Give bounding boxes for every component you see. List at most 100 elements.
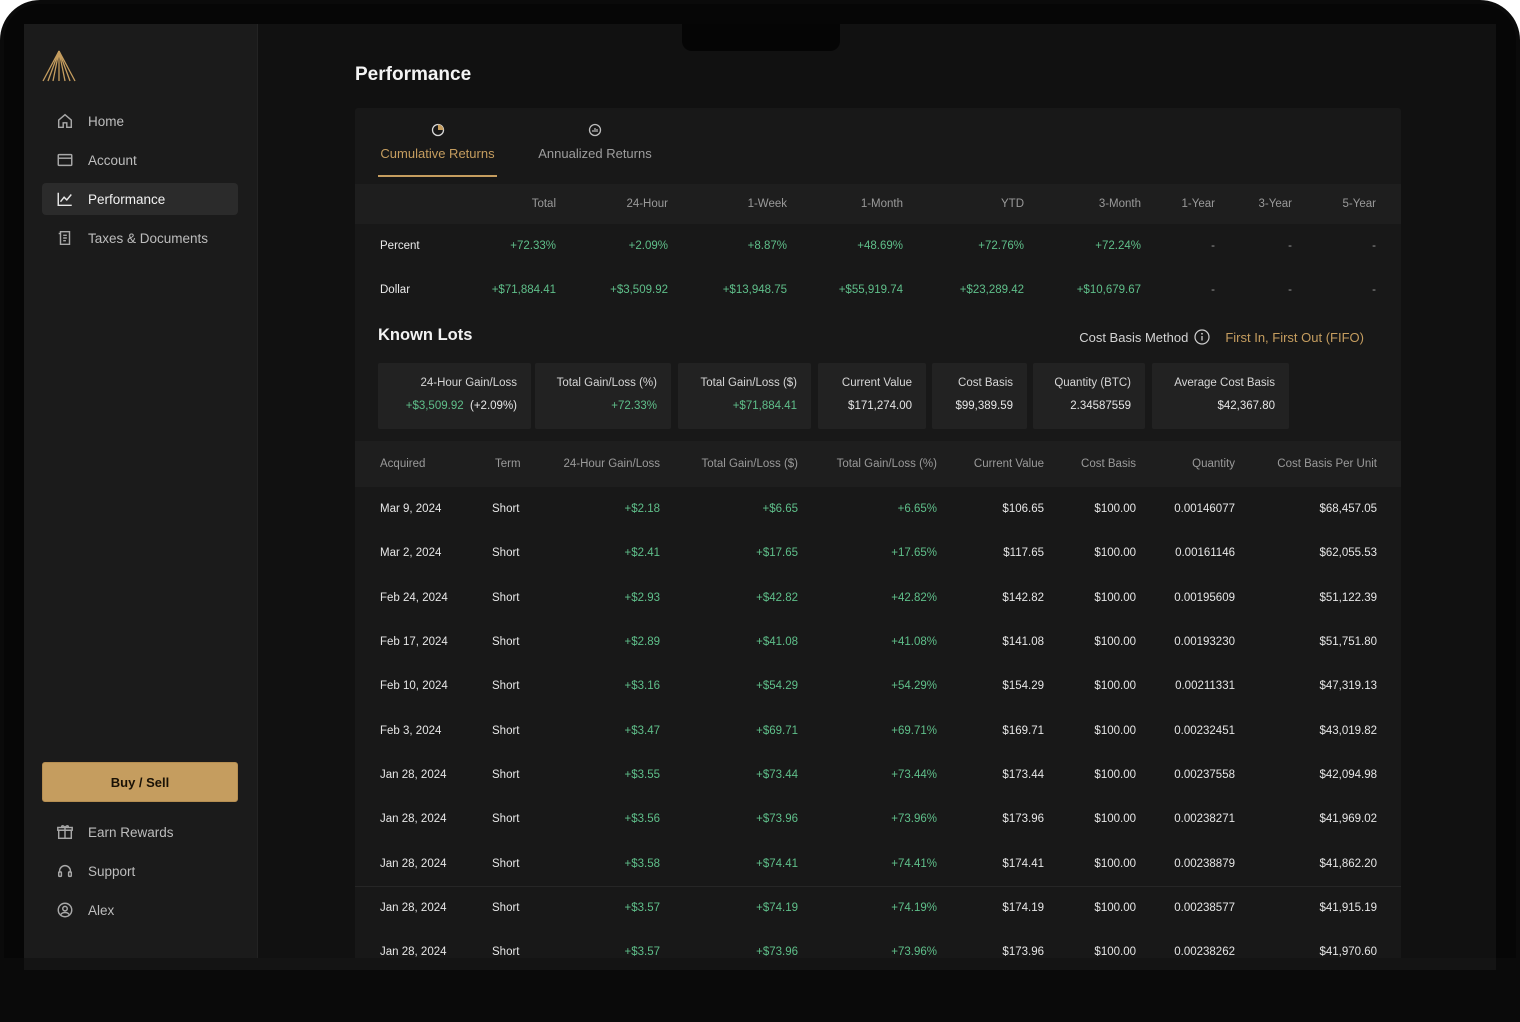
value-1-month: +48.69% [857, 240, 903, 252]
value-ytd: +$23,289.42 [959, 284, 1024, 296]
cell-cost-basis-per-unit: $42,094.98 [1319, 768, 1377, 781]
table-row[interactable]: Jan 28, 2024 Short +$3.55 +$73.44 +73.44% $17… [355, 753, 1401, 797]
cell-total-gain-loss-usd: +$73.96 [756, 946, 798, 958]
nav-user-profile[interactable]: Alex [42, 894, 238, 926]
value-1-week: +$13,948.75 [722, 284, 787, 296]
cell-cost-basis: $100.00 [1094, 547, 1136, 560]
cell-24-hour-gain-loss: +$3.47 [624, 724, 661, 737]
stat-cost-basis: Cost Basis $99,389.59 [932, 363, 1027, 429]
cell-acquired: Feb 24, 2024 [380, 591, 448, 604]
nav-taxes-label: Taxes & Documents [88, 230, 209, 246]
cell-current-value: $173.44 [1002, 768, 1044, 781]
cell-total-gain-loss-pct: +54.29% [891, 680, 937, 693]
stat-value: $42,367.80 [1217, 400, 1275, 412]
laptop-frame: Home Account Performance Taxes & Documen… [0, 0, 1520, 1022]
stat-value: $99,389.59 [955, 400, 1013, 412]
cell-total-gain-loss-usd: +$74.19 [756, 902, 798, 915]
cell-cost-basis: $100.00 [1094, 636, 1136, 649]
tab-annualized-label: Annualized Returns [538, 146, 652, 161]
col-cost-basis-per-unit[interactable]: Cost Basis Per Unit [1277, 458, 1377, 470]
table-row[interactable]: Jan 28, 2024 Short +$3.57 +$73.96 +73.96% $17… [355, 930, 1401, 958]
user-circle-icon [55, 900, 75, 920]
value-24-hour: +$3,509.92 [610, 284, 668, 296]
col-1-month: 1-Month [860, 198, 903, 210]
stat-value: +$3,509.92 (+2.09%) [405, 400, 517, 412]
cell-total-gain-loss-usd: +$41.08 [756, 636, 798, 649]
performance-card: Cumulative Returns Annualized Returns To… [355, 108, 1401, 958]
cell-24-hour-gain-loss: +$2.18 [624, 503, 661, 516]
col-current-value[interactable]: Current Value [974, 458, 1044, 470]
nav-performance[interactable]: Performance [42, 183, 238, 215]
sidebar: Home Account Performance Taxes & Documen… [24, 24, 258, 958]
table-row[interactable]: Feb 24, 2024 Short +$2.93 +$42.82 +42.82% $14… [355, 576, 1401, 620]
nav-earn-rewards[interactable]: Earn Rewards [42, 816, 238, 848]
table-row[interactable]: Feb 3, 2024 Short +$3.47 +$69.71 +69.71% $169… [355, 709, 1401, 753]
value-3-month: +$10,679.67 [1076, 284, 1141, 296]
table-row[interactable]: Jan 28, 2024 Short +$3.57 +$74.19 +74.19% $17… [355, 885, 1401, 930]
row-label: Dollar [380, 284, 411, 296]
camera-notch [682, 24, 840, 51]
col-quantity[interactable]: Quantity [1192, 458, 1235, 470]
stat-label: Quantity (BTC) [1054, 377, 1131, 389]
table-row[interactable]: Jan 28, 2024 Short +$3.58 +$74.41 +74.41% $17… [355, 841, 1401, 885]
cost-basis-method-selector[interactable]: First In, First Out (FIFO) [1225, 330, 1364, 345]
col-3-year: 3-Year [1258, 198, 1292, 210]
nav-home[interactable]: Home [42, 105, 238, 137]
cell-current-value: $117.65 [1003, 547, 1044, 560]
stat-label: Cost Basis [958, 377, 1013, 389]
stat-label: 24-Hour Gain/Loss [420, 377, 517, 389]
col-24-hour-gain-loss[interactable]: 24-Hour Gain/Loss [563, 458, 660, 470]
cell-acquired: Feb 17, 2024 [380, 636, 448, 649]
col-cost-basis[interactable]: Cost Basis [1081, 458, 1136, 470]
nav-performance-label: Performance [88, 191, 166, 207]
app-screen: Home Account Performance Taxes & Documen… [24, 24, 1496, 958]
brand-logo[interactable] [42, 50, 76, 82]
cell-term: Short [492, 857, 520, 870]
tab-annualized-returns[interactable]: Annualized Returns [536, 122, 654, 161]
table-row[interactable]: Mar 9, 2024 Short +$2.18 +$6.65 +6.65% $106.6… [355, 487, 1401, 531]
table-row[interactable]: Mar 2, 2024 Short +$2.41 +$17.65 +17.65% $117… [355, 531, 1401, 575]
cell-24-hour-gain-loss: +$2.89 [624, 636, 661, 649]
tab-cumulative-label: Cumulative Returns [380, 146, 495, 161]
cell-acquired: Jan 28, 2024 [380, 902, 447, 915]
stat-label: Total Gain/Loss ($) [700, 377, 797, 389]
stat-label: Average Cost Basis [1174, 377, 1275, 389]
cell-cost-basis: $100.00 [1094, 503, 1136, 516]
main-content: Performance Cumulative Returns Annualize… [258, 24, 1496, 958]
value-1-week: +8.87% [747, 240, 787, 252]
nav-account[interactable]: Account [42, 144, 238, 176]
col-term[interactable]: Term [495, 458, 521, 470]
stat-value: 2.34587559 [1070, 400, 1131, 412]
cell-acquired: Jan 28, 2024 [380, 946, 447, 958]
nav-taxes-documents[interactable]: Taxes & Documents [42, 222, 238, 254]
lots-table-header: Acquired Term 24-Hour Gain/Loss Total Ga… [355, 441, 1401, 487]
stat-total-gain-loss-pct: Total Gain/Loss (%) +72.33% [535, 363, 671, 429]
tab-cumulative-returns[interactable]: Cumulative Returns [378, 122, 497, 177]
value-5-year: - [1372, 284, 1376, 296]
cell-term: Short [492, 503, 520, 516]
nav-account-label: Account [88, 152, 137, 168]
stat-value: $171,274.00 [848, 400, 912, 412]
info-icon[interactable] [1194, 329, 1210, 345]
gift-icon [55, 822, 75, 842]
cell-24-hour-gain-loss: +$3.57 [624, 946, 661, 958]
col-total-gain-loss-pct[interactable]: Total Gain/Loss (%) [837, 458, 937, 470]
cell-total-gain-loss-usd: +$74.41 [756, 857, 798, 870]
stat-label: Total Gain/Loss (%) [556, 377, 657, 389]
stat-24-hour-gain-loss: 24-Hour Gain/Loss +$3,509.92 (+2.09%) [378, 363, 531, 429]
cell-acquired: Jan 28, 2024 [380, 813, 447, 826]
col-total-gain-loss-usd[interactable]: Total Gain/Loss ($) [701, 458, 798, 470]
cell-total-gain-loss-usd: +$54.29 [756, 680, 798, 693]
table-row[interactable]: Feb 17, 2024 Short +$2.89 +$41.08 +41.08% $14… [355, 620, 1401, 664]
cell-cost-basis-per-unit: $41,970.60 [1319, 946, 1377, 958]
buy-sell-button[interactable]: Buy / Sell [42, 762, 238, 802]
value-1-year: - [1211, 284, 1215, 296]
cell-quantity: 0.00195609 [1174, 591, 1235, 604]
cell-acquired: Jan 28, 2024 [380, 768, 447, 781]
col-acquired[interactable]: Acquired [380, 458, 425, 470]
table-row[interactable]: Jan 28, 2024 Short +$3.56 +$73.96 +73.96% $17… [355, 797, 1401, 841]
table-row[interactable]: Feb 10, 2024 Short +$3.16 +$54.29 +54.29% $15… [355, 664, 1401, 708]
nav-support[interactable]: Support [42, 855, 238, 887]
cell-cost-basis-per-unit: $47,319.13 [1319, 680, 1377, 693]
cell-cost-basis-per-unit: $43,019.82 [1319, 724, 1377, 737]
